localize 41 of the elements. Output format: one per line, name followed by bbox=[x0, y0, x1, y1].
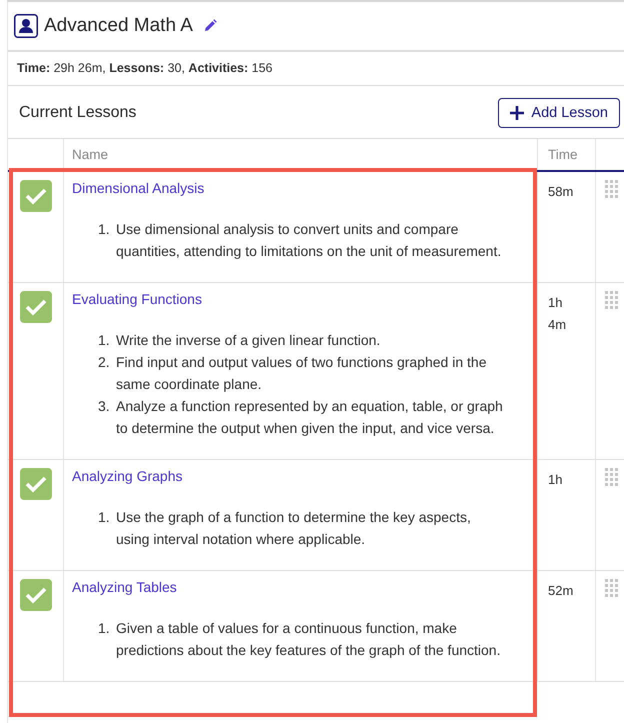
objective-text: Given a table of values for a continuous function, make predictions about the key features of the graph of the function. bbox=[116, 619, 502, 660]
list-number: 1. bbox=[98, 619, 111, 638]
course-title: Advanced Math A bbox=[44, 15, 193, 37]
summary-text: Time: 29h 26m, Lessons: 30, Activities: 156 bbox=[8, 52, 624, 86]
objective-text: Find input and output values of two functions graphed in the same coordinate plane. bbox=[116, 353, 488, 394]
lesson-link[interactable]: Analyzing Graphs bbox=[72, 468, 183, 484]
objective-text: Use the graph of a function to determine the key aspects, using interval notation where applicable. bbox=[116, 508, 472, 549]
checkmark-icon bbox=[24, 475, 46, 493]
objective-text: Analyze a function represented by an equation, table, or graph to determine the output when given the input, and vice versa. bbox=[116, 397, 503, 438]
list-number: 1. bbox=[98, 508, 111, 527]
person-icon bbox=[14, 14, 38, 38]
drag-handle-icon[interactable] bbox=[605, 579, 618, 597]
add-lesson-button[interactable]: Add Lesson bbox=[498, 98, 620, 128]
checkmark-icon bbox=[24, 298, 46, 316]
checkbox[interactable] bbox=[20, 291, 52, 323]
section-title: Current Lessons bbox=[19, 104, 136, 122]
checkmark-icon bbox=[24, 187, 46, 205]
checkmark-icon bbox=[24, 586, 46, 604]
objective-text: Write the inverse of a given linear function. bbox=[116, 331, 380, 350]
edit-icon[interactable] bbox=[202, 19, 217, 33]
time-text: 1h 4m bbox=[548, 294, 568, 334]
time-text: 1h bbox=[548, 471, 564, 489]
column-header: Name bbox=[72, 147, 108, 162]
list-number: 3. bbox=[98, 397, 111, 416]
checkbox[interactable] bbox=[20, 579, 52, 611]
list-number: 1. bbox=[98, 331, 111, 350]
column-header: Time bbox=[548, 147, 578, 162]
drag-handle-icon[interactable] bbox=[605, 468, 618, 486]
lesson-link[interactable]: Evaluating Functions bbox=[72, 291, 202, 307]
lesson-link[interactable]: Dimensional Analysis bbox=[72, 180, 204, 196]
checkbox[interactable] bbox=[20, 468, 52, 500]
objective-text: Use dimensional analysis to convert units and compare quantities, attending to limitations on the unit of measurement. bbox=[116, 220, 502, 261]
drag-handle-icon[interactable] bbox=[605, 180, 618, 198]
drag-handle-icon[interactable] bbox=[605, 291, 618, 309]
list-number: 2. bbox=[98, 353, 111, 372]
time-text: 52m bbox=[548, 582, 574, 600]
checkbox[interactable] bbox=[20, 180, 52, 212]
list-number: 1. bbox=[98, 220, 111, 239]
plus-icon bbox=[510, 106, 524, 120]
lesson-link[interactable]: Analyzing Tables bbox=[72, 579, 177, 595]
time-text: 58m bbox=[548, 183, 574, 201]
